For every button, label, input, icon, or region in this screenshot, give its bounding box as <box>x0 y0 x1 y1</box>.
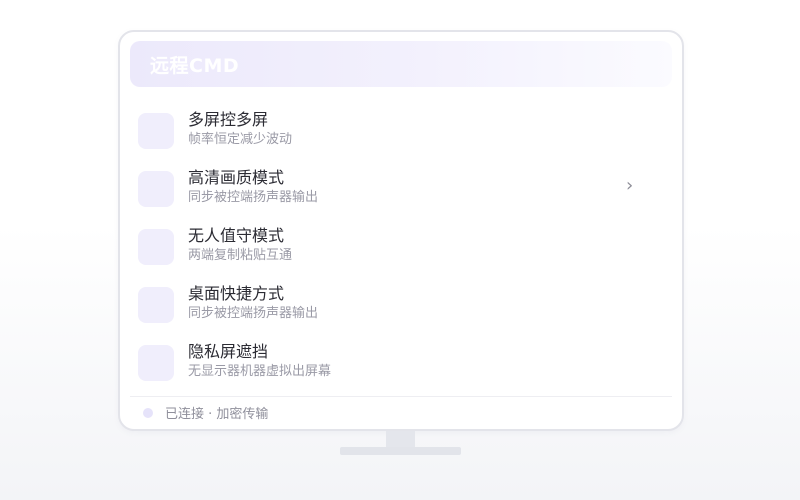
item-subtitle: 同步被控端扬声器输出 <box>188 190 319 205</box>
list-item-multi-screen[interactable]: 多屏控多屏 帧率恒定减少波动 <box>138 108 668 166</box>
item-subtitle: 帧率恒定减少波动 <box>188 132 293 147</box>
monitor-frame: 远程CMD 多屏控多屏 帧率恒定减少波动 高清画质模式 同步被控端扬声器输出 › <box>118 30 684 431</box>
feature-icon <box>138 113 174 149</box>
list-item-privacy-screen[interactable]: 隐私屏遮挡 无显示器机器虚拟出屏幕 <box>138 340 668 398</box>
feature-list: 多屏控多屏 帧率恒定减少波动 高清画质模式 同步被控端扬声器输出 › 无人值守模… <box>138 108 668 398</box>
monitor-stand-base <box>340 447 461 455</box>
monitor-stand-neck <box>386 431 415 447</box>
status-bar: 已连接 · 加密传输 <box>130 396 672 428</box>
app-header: 远程CMD <box>130 41 672 87</box>
item-subtitle: 两端复制粘贴互通 <box>188 248 293 263</box>
list-item-unattended[interactable]: 无人值守模式 两端复制粘贴互通 <box>138 224 668 282</box>
feature-icon <box>138 345 174 381</box>
feature-icon <box>138 171 174 207</box>
connection-status: 已连接 · 加密传输 <box>165 407 269 422</box>
item-title: 隐私屏遮挡 <box>188 342 269 361</box>
item-subtitle: 无显示器机器虚拟出屏幕 <box>188 364 332 379</box>
stage: 远程CMD 多屏控多屏 帧率恒定减少波动 高清画质模式 同步被控端扬声器输出 › <box>0 0 800 500</box>
status-dot-icon <box>143 407 153 418</box>
item-title: 多屏控多屏 <box>188 110 269 129</box>
feature-icon <box>138 287 174 323</box>
item-subtitle: 同步被控端扬声器输出 <box>188 306 319 321</box>
list-item-hd-quality[interactable]: 高清画质模式 同步被控端扬声器输出 › <box>138 166 668 224</box>
item-title: 无人值守模式 <box>188 226 285 245</box>
chevron-right-icon[interactable]: › <box>626 176 633 196</box>
item-title: 高清画质模式 <box>188 168 285 187</box>
app-title: 远程CMD <box>150 54 240 77</box>
feature-icon <box>138 229 174 265</box>
item-title: 桌面快捷方式 <box>188 284 285 303</box>
list-item-desktop-shortcut[interactable]: 桌面快捷方式 同步被控端扬声器输出 <box>138 282 668 340</box>
